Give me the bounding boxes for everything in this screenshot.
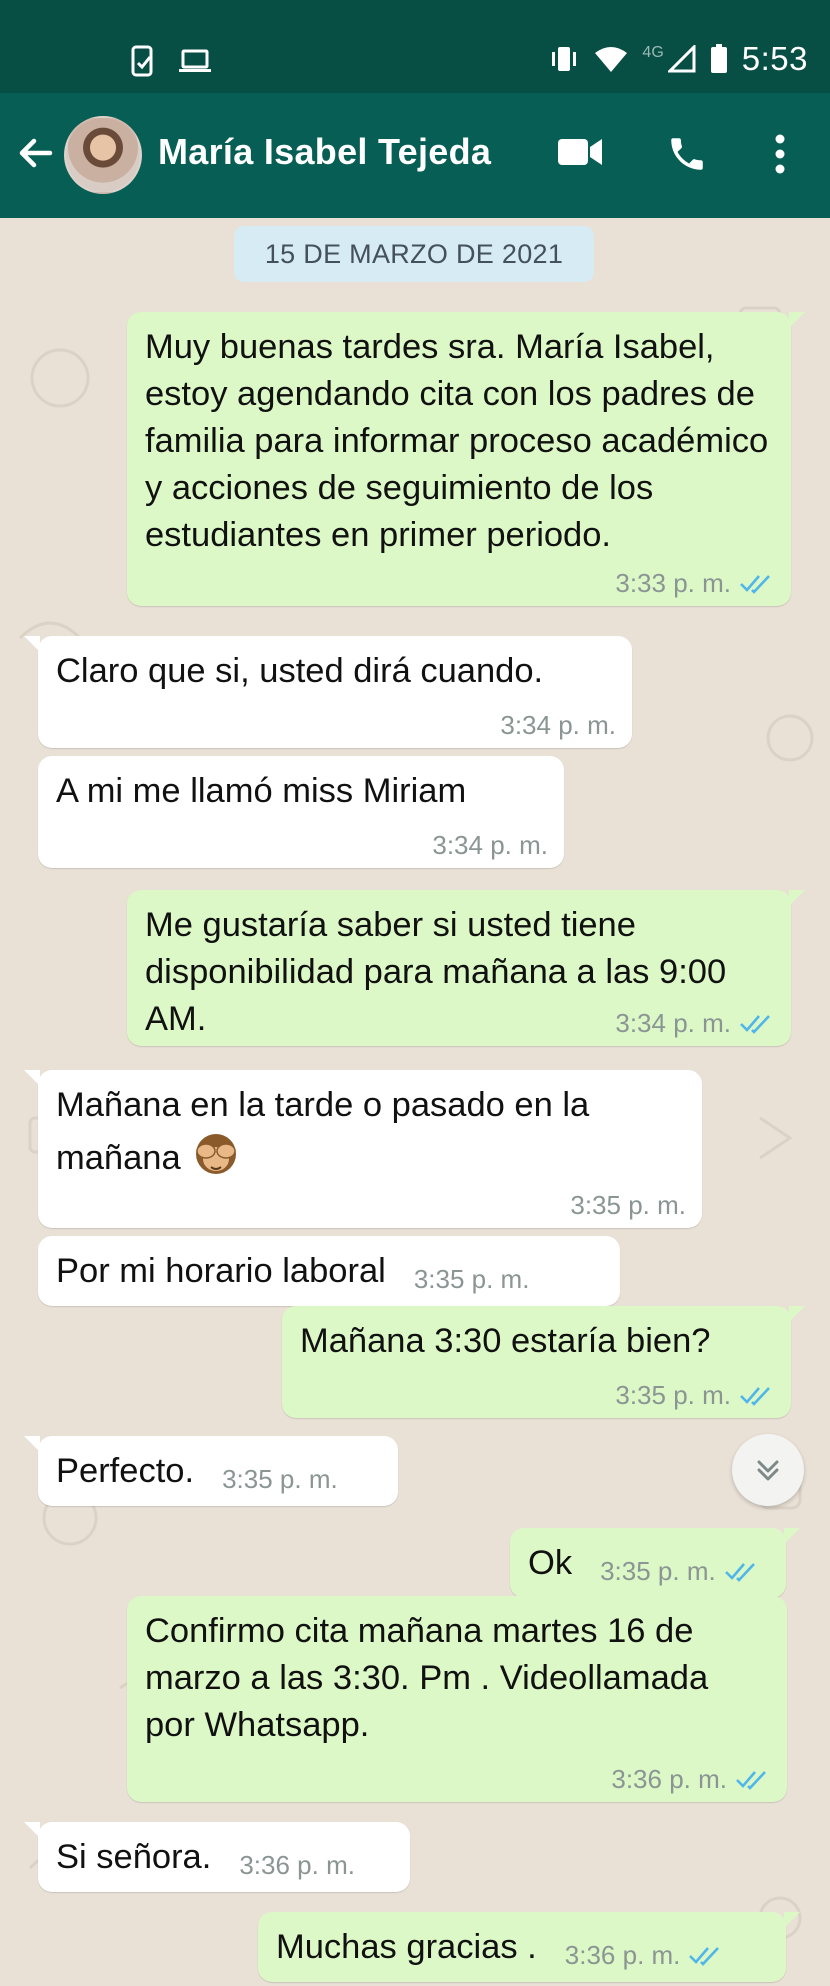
message-text: Muy buenas tardes sra. María Isabel, est… [145, 328, 769, 554]
status-bar: 4G 5:53 [0, 0, 830, 93]
message-text: Perfecto. 3:35 p. m. [56, 1452, 338, 1494]
message-text: Mañana en la tarde o pasado en la mañana [56, 1086, 590, 1177]
more-vert-icon[interactable] [772, 133, 788, 175]
double-chevron-down-icon [757, 1460, 779, 1481]
outgoing-message[interactable]: Muy buenas tardes sra. María Isabel, est… [127, 312, 805, 606]
message-text: Claro que si, usted dirá cuando. [56, 652, 544, 690]
message-time: 3:33 p. m. [615, 568, 731, 598]
outgoing-message[interactable]: Ok 3:35 p. m. [510, 1528, 800, 1598]
message-time: 3:36 p. m. [564, 1940, 681, 1970]
message-meta: 3:36 p. m. [239, 1850, 355, 1880]
message-text: Mañana 3:30 estaría bien? [300, 1322, 711, 1360]
incoming-message[interactable]: Si señora. 3:36 p. m. [24, 1822, 410, 1892]
see-no-evil-monkey-icon [195, 1134, 236, 1174]
incoming-message[interactable]: Perfecto. 3:35 p. m. [24, 1436, 398, 1506]
contact-avatar[interactable] [64, 116, 142, 194]
outgoing-message[interactable]: Me gustaría saber si usted tiene disponi… [127, 890, 805, 1046]
message-text: Por mi horario laboral 3:35 p. m. [56, 1252, 530, 1294]
message-time: 3:35 p. m. [570, 1190, 686, 1220]
message-meta: 3:36 p. m. [611, 1764, 771, 1794]
vibrate-icon [552, 47, 577, 71]
read-ticks-icon [740, 1015, 770, 1034]
message-time: 3:36 p. m. [611, 1764, 727, 1794]
phone-call-icon[interactable] [666, 133, 708, 175]
scroll-to-bottom-button[interactable] [732, 1434, 804, 1506]
message-meta: 3:35 p. m. [600, 1556, 760, 1586]
chat-area[interactable]: 15 DE MARZO DE 2021 Muy buenas tardes sr… [0, 218, 830, 1986]
read-ticks-icon [740, 575, 770, 594]
phone-link-icon [131, 45, 153, 77]
network-type-label: 4G [642, 44, 664, 61]
outgoing-message[interactable]: Mañana 3:30 estaría bien? 3:35 p. m. [282, 1306, 805, 1418]
message-meta: 3:35 p. m. [222, 1464, 338, 1494]
chat-header: María Isabel Tejeda [0, 93, 830, 218]
incoming-message[interactable]: Mañana en la tarde o pasado en la mañana… [24, 1070, 702, 1228]
back-arrow-icon[interactable] [14, 131, 58, 175]
message-meta: 3:35 p. m. [615, 1380, 775, 1410]
message-meta: 3:33 p. m. [615, 568, 775, 598]
incoming-message[interactable]: A mi me llamó miss Miriam 3:34 p. m. [38, 756, 564, 868]
message-text: Si señora. 3:36 p. m. [56, 1838, 355, 1880]
message-time: 3:35 p. m. [222, 1464, 338, 1494]
contact-name[interactable]: María Isabel Tejeda [158, 131, 491, 173]
message-time: 3:35 p. m. [600, 1556, 716, 1586]
message-time: 3:35 p. m. [413, 1264, 530, 1294]
message-meta: 3:35 p. m. [414, 1264, 530, 1294]
outgoing-message[interactable]: Muchas gracias . 3:36 p. m. [258, 1912, 800, 1982]
outgoing-message[interactable]: Confirmo cita mañana martes 16 de marzo … [127, 1596, 787, 1802]
read-ticks-icon [724, 1563, 755, 1582]
battery-icon [710, 44, 727, 73]
clock: 5:53 [741, 40, 808, 77]
date-separator: 15 DE MARZO DE 2021 [234, 226, 594, 282]
message-text: Confirmo cita mañana martes 16 de marzo … [145, 1612, 709, 1744]
message-meta: 3:34 p. m. [500, 710, 616, 740]
message-meta: 3:34 p. m. [432, 830, 548, 860]
read-ticks-icon [689, 1947, 720, 1966]
message-meta: 3:36 p. m. [565, 1940, 725, 1970]
read-ticks-icon [740, 1387, 770, 1406]
message-time: 3:36 p. m. [239, 1850, 355, 1880]
read-ticks-icon [736, 1771, 766, 1790]
message-time: 3:34 p. m. [615, 1008, 731, 1038]
wifi-icon [595, 47, 628, 72]
laptop-icon [179, 49, 211, 72]
message-time: 3:35 p. m. [615, 1380, 731, 1410]
signal-icon [667, 45, 696, 73]
message-text: Ok 3:35 p. m. [528, 1540, 768, 1587]
message-meta: 3:35 p. m. [570, 1190, 686, 1220]
message-text: A mi me llamó miss Miriam [56, 772, 467, 810]
message-text: Muchas gracias . 3:36 p. m. [276, 1924, 768, 1971]
video-call-icon[interactable] [556, 135, 604, 169]
message-time: 3:34 p. m. [500, 710, 616, 740]
message-time: 3:34 p. m. [432, 830, 548, 860]
incoming-message[interactable]: Por mi horario laboral 3:35 p. m. [38, 1236, 620, 1306]
incoming-message[interactable]: Claro que si, usted dirá cuando. 3:34 p.… [24, 636, 632, 748]
message-meta: 3:34 p. m. [615, 1008, 775, 1038]
